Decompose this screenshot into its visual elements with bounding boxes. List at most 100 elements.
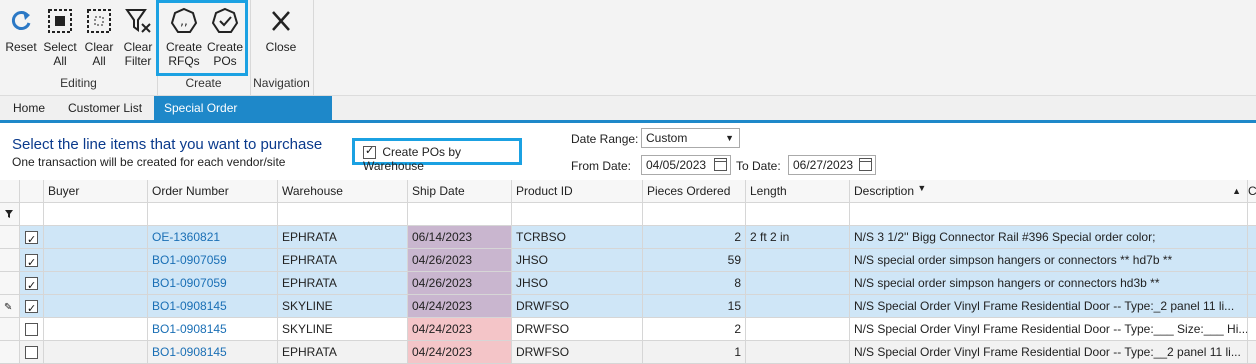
table-row[interactable]: BO1-0908145 SKYLINE 04/24/2023 DRWFSO 2 N/S S… (0, 318, 1256, 341)
cell-ship: 04/26/2023 (408, 272, 512, 295)
reset-button[interactable]: Reset (4, 4, 38, 54)
cell-order[interactable]: BO1-0907059 (148, 249, 278, 272)
column-header-description[interactable]: Description ▼ ▲ (850, 180, 1248, 203)
row-indicator (0, 249, 20, 272)
cell-ship: 06/14/2023 (408, 226, 512, 249)
filter-cell[interactable] (1248, 203, 1256, 226)
row-select-cell[interactable] (20, 249, 44, 272)
cell-pieces: 1 (643, 341, 746, 364)
row-select-cell[interactable] (20, 341, 44, 364)
checkbox-checked[interactable] (363, 144, 376, 160)
date-range-select[interactable]: Custom ▼ (641, 128, 740, 148)
select-column-header[interactable] (20, 180, 44, 203)
cell-order[interactable]: BO1-0908145 (148, 341, 278, 364)
date-range-label: Date Range: (571, 132, 639, 146)
column-header-ship-date[interactable]: Ship Date (408, 180, 512, 203)
separator (313, 0, 314, 95)
tab-home[interactable]: Home (3, 96, 55, 120)
cell-c (1248, 226, 1256, 249)
cell-order[interactable]: BO1-0907059 (148, 272, 278, 295)
row-checkbox[interactable] (25, 275, 38, 294)
select-all-button[interactable]: Select All (42, 4, 78, 68)
select-all-icon (48, 9, 72, 33)
clear-filter-button[interactable]: Clear Filter (120, 4, 156, 68)
column-header-c[interactable]: C (1248, 180, 1256, 203)
cell-length (746, 249, 850, 272)
table-row[interactable]: BO1-0907059 EPHRATA04/26/2023JHSO8 N/S spe… (0, 272, 1256, 295)
cell-desc: N/S Special Order Vinyl Frame Residentia… (850, 341, 1248, 364)
cell-ship: 04/24/2023 (408, 318, 512, 341)
row-select-cell[interactable] (20, 318, 44, 341)
order-number-link[interactable]: BO1-0908145 (152, 345, 227, 359)
from-date-field[interactable]: 04/05/2023 (641, 155, 731, 175)
column-header-pieces-ordered[interactable]: Pieces Ordered (643, 180, 746, 203)
table-row[interactable]: OE-1360821 EPHRATA06/14/2023TCRBSO22 ft 2… (0, 226, 1256, 249)
create-pos-by-warehouse-checkbox[interactable]: Create POs by Warehouse (363, 144, 519, 173)
grid-header-row: Buyer Order Number Warehouse Ship Date P… (0, 180, 1256, 203)
filter-cell[interactable] (850, 203, 1248, 226)
sort-ascending-icon[interactable]: ▲ (1232, 180, 1241, 202)
to-date-field[interactable]: 06/27/2023 (788, 155, 876, 175)
cell-order[interactable]: OE-1360821 (148, 226, 278, 249)
column-header-order-number[interactable]: Order Number (148, 180, 278, 203)
filter-cell[interactable] (746, 203, 850, 226)
filter-cell[interactable] (148, 203, 278, 226)
order-number-link[interactable]: BO1-0907059 (152, 276, 227, 290)
filter-cell[interactable] (20, 203, 44, 226)
calendar-icon[interactable] (859, 158, 872, 171)
table-row[interactable]: BO1-0907059 EPHRATA04/26/2023JHSO59 N/S sp… (0, 249, 1256, 272)
row-select-cell[interactable] (20, 272, 44, 295)
row-checkbox[interactable] (25, 229, 38, 248)
order-number-link[interactable]: BO1-0908145 (152, 299, 227, 313)
order-number-link[interactable]: OE-1360821 (152, 230, 220, 244)
row-checkbox[interactable] (25, 346, 38, 360)
grid-filter-row (0, 203, 1256, 226)
cell-product: JHSO (512, 249, 643, 272)
cell-ship: 04/24/2023 (408, 295, 512, 318)
cell-warehouse: EPHRATA (278, 341, 408, 364)
order-number-link[interactable]: BO1-0908145 (152, 322, 227, 336)
filter-cell[interactable] (512, 203, 643, 226)
cell-product: JHSO (512, 272, 643, 295)
column-header-product-id[interactable]: Product ID (512, 180, 643, 203)
filter-cell[interactable] (643, 203, 746, 226)
column-header-buyer[interactable]: Buyer (44, 180, 148, 203)
tab-special-order-purchasing[interactable]: Special Order Purchasing ✕ (154, 96, 332, 140)
filter-icon[interactable]: ▼ (917, 183, 926, 193)
cell-pieces: 15 (643, 295, 746, 318)
row-select-cell[interactable] (20, 295, 44, 318)
close-button[interactable]: Close (263, 4, 299, 54)
cell-product: DRWFSO (512, 341, 643, 364)
row-indicator (0, 272, 20, 295)
clear-all-button[interactable]: Clear All (81, 4, 117, 68)
row-checkbox[interactable] (25, 298, 38, 317)
refresh-icon (11, 11, 31, 30)
chevron-down-icon: ▼ (725, 133, 734, 143)
cell-product: DRWFSO (512, 318, 643, 341)
filter-cell[interactable] (44, 203, 148, 226)
cell-buyer (44, 341, 148, 364)
table-row[interactable]: BO1-0908145 EPHRATA 04/24/2023 DRWFSO 1 N/S S… (0, 341, 1256, 364)
column-header-warehouse[interactable]: Warehouse (278, 180, 408, 203)
calendar-icon[interactable] (714, 158, 727, 171)
ribbon-toolbar: Reset Select All Clear All Clear Filter … (0, 0, 1256, 96)
tab-customer-list[interactable]: Customer List (58, 96, 152, 120)
cell-product: TCRBSO (512, 226, 643, 249)
row-checkbox[interactable] (25, 323, 38, 337)
order-number-link[interactable]: BO1-0907059 (152, 253, 227, 267)
row-checkbox[interactable] (25, 252, 38, 271)
filter-cell[interactable] (408, 203, 512, 226)
cell-order[interactable]: BO1-0908145 (148, 318, 278, 341)
column-header-length[interactable]: Length (746, 180, 850, 203)
create-group-label: Create (185, 76, 222, 90)
cell-c (1248, 272, 1256, 295)
cell-order[interactable]: BO1-0908145 (148, 295, 278, 318)
row-indicator (0, 341, 20, 364)
row-select-cell[interactable] (20, 226, 44, 249)
tab-label: Special Order Purchasing (164, 101, 238, 139)
clear-all-icon (87, 9, 111, 33)
filter-cell[interactable] (278, 203, 408, 226)
table-row[interactable]: ✎ BO1-0908145 SKYLINE04/24/2023DRWFSO15 N/S… (0, 295, 1256, 318)
cell-desc: N/S 3 1/2'' Bigg Connector Rail #396 Spe… (850, 226, 1248, 249)
cell-desc: N/S special order simpson hangers or con… (850, 249, 1248, 272)
